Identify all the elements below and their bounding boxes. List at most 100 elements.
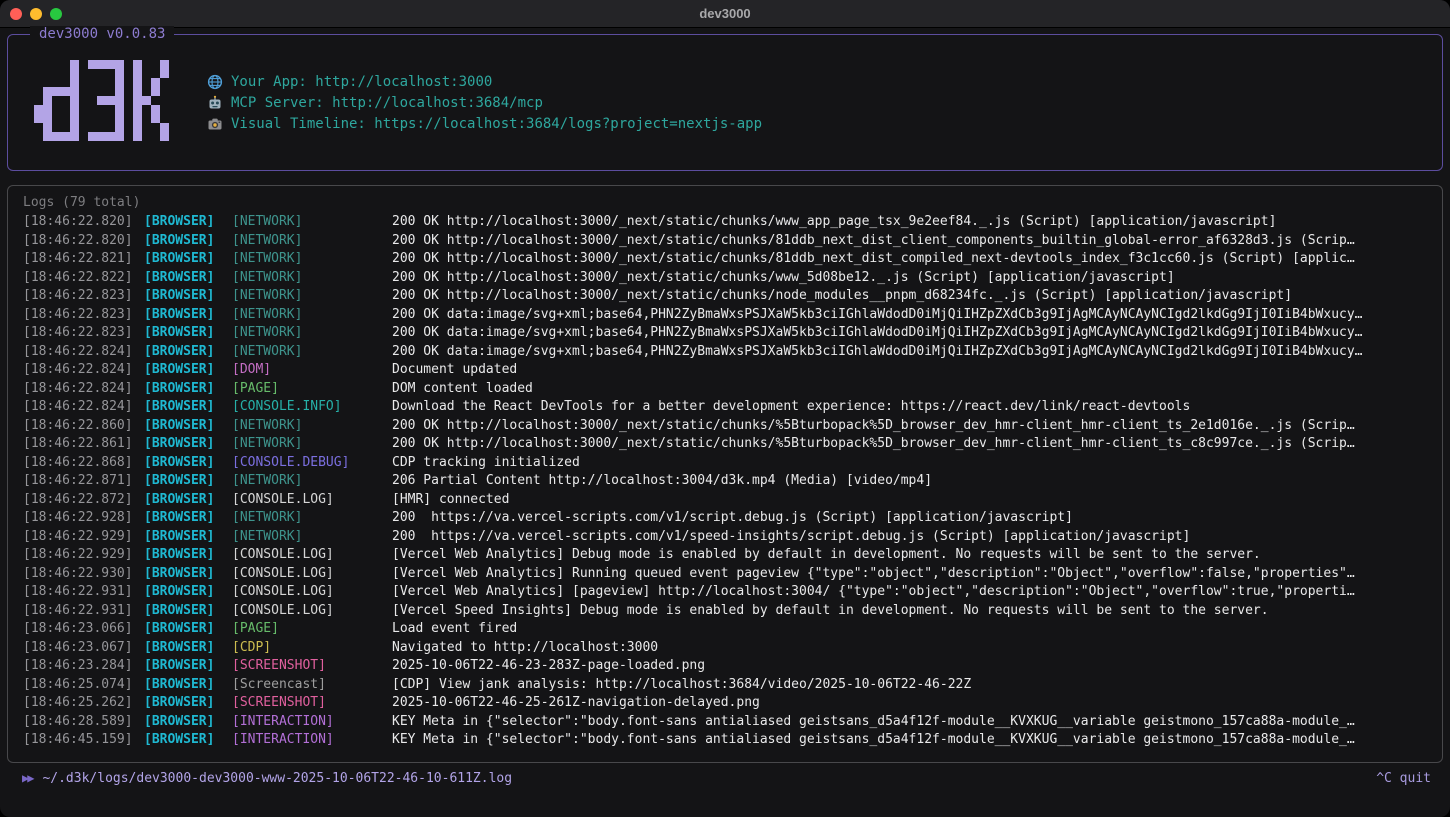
log-category-badge: [NETWORK] [232, 528, 384, 547]
log-category-badge: [NETWORK] [232, 306, 384, 325]
log-category-badge: [NETWORK] [232, 472, 384, 491]
mcp-server-link[interactable]: http://localhost:3684/mcp [332, 95, 543, 111]
log-category-badge: [INTERACTION] [232, 731, 384, 750]
log-message: 200 https://va.vercel-scripts.com/v1/spe… [392, 528, 1436, 547]
logs-title: Logs (79 total) [23, 193, 1436, 213]
log-source-badge: [BROWSER] [144, 713, 224, 732]
log-timestamp: [18:46:22.824] [23, 343, 136, 362]
log-message: [Vercel Web Analytics] Running queued ev… [392, 565, 1436, 584]
log-message: 206 Partial Content http://localhost:300… [392, 472, 1436, 491]
log-timestamp: [18:46:28.589] [23, 713, 136, 732]
log-timestamp: [18:46:23.067] [23, 639, 136, 658]
log-timestamp: [18:46:22.824] [23, 361, 136, 380]
camera-icon [207, 116, 231, 132]
log-source-badge: [BROWSER] [144, 602, 224, 621]
log-row: [18:46:22.823] [BROWSER] [NETWORK] 200 O… [23, 324, 1436, 343]
log-source-badge: [BROWSER] [144, 620, 224, 639]
log-category-badge: [NETWORK] [232, 435, 384, 454]
log-row: [18:46:25.074] [BROWSER] [Screencast] [C… [23, 676, 1436, 695]
robot-icon [207, 95, 231, 111]
link-row-mcp-server: MCP Server: http://localhost:3684/mcp [207, 95, 762, 111]
log-category-badge: [CONSOLE.INFO] [232, 398, 384, 417]
terminal-window: dev3000 dev3000 v0.0.83 Your App: http:/… [0, 0, 1450, 817]
your-app-link[interactable]: http://localhost:3000 [315, 74, 492, 90]
log-row: [18:46:22.824] [BROWSER] [DOM] Document … [23, 361, 1436, 380]
app-links: Your App: http://localhost:3000 MCP Serv… [207, 74, 762, 132]
link-label: MCP Server: [231, 95, 332, 111]
log-source-badge: [BROWSER] [144, 454, 224, 473]
visual-timeline-link[interactable]: https://localhost:3684/logs?project=next… [374, 116, 762, 132]
log-source-badge: [BROWSER] [144, 380, 224, 399]
log-message: [Vercel Speed Insights] Debug mode is en… [392, 602, 1436, 621]
log-message: Navigated to http://localhost:3000 [392, 639, 1436, 658]
link-label: Your App: [231, 74, 315, 90]
log-message: [Vercel Web Analytics] [pageview] http:/… [392, 583, 1436, 602]
log-timestamp: [18:46:22.929] [23, 546, 136, 565]
logs-box[interactable]: Logs (79 total) [18:46:22.820] [BROWSER]… [7, 185, 1443, 763]
log-source-badge: [BROWSER] [144, 287, 224, 306]
log-message: Download the React DevTools for a better… [392, 398, 1436, 417]
log-timestamp: [18:46:22.930] [23, 565, 136, 584]
window-title: dev3000 [0, 6, 1450, 21]
log-row: [18:46:23.067] [BROWSER] [CDP] Navigated… [23, 639, 1436, 658]
log-timestamp: [18:46:22.820] [23, 213, 136, 232]
log-row: [18:46:45.159] [BROWSER] [INTERACTION] K… [23, 731, 1436, 750]
log-source-badge: [BROWSER] [144, 435, 224, 454]
log-message: 200 https://va.vercel-scripts.com/v1/scr… [392, 509, 1436, 528]
log-source-badge: [BROWSER] [144, 343, 224, 362]
log-category-badge: [CONSOLE.LOG] [232, 565, 384, 584]
log-row: [18:46:22.821] [BROWSER] [NETWORK] 200 O… [23, 250, 1436, 269]
log-row: [18:46:22.931] [BROWSER] [CONSOLE.LOG] [… [23, 602, 1436, 621]
log-message: 2025-10-06T22-46-23-283Z-page-loaded.png [392, 657, 1436, 676]
log-row: [18:46:22.931] [BROWSER] [CONSOLE.LOG] [… [23, 583, 1436, 602]
log-row: [18:46:22.824] [BROWSER] [CONSOLE.INFO] … [23, 398, 1436, 417]
log-timestamp: [18:46:22.872] [23, 491, 136, 510]
log-source-badge: [BROWSER] [144, 213, 224, 232]
log-source-badge: [BROWSER] [144, 398, 224, 417]
log-category-badge: [NETWORK] [232, 232, 384, 251]
log-row: [18:46:22.820] [BROWSER] [NETWORK] 200 O… [23, 232, 1436, 251]
log-timestamp: [18:46:45.159] [23, 731, 136, 750]
log-row: [18:46:22.823] [BROWSER] [NETWORK] 200 O… [23, 287, 1436, 306]
log-category-badge: [PAGE] [232, 380, 384, 399]
log-timestamp: [18:46:22.931] [23, 602, 136, 621]
log-timestamp: [18:46:22.820] [23, 232, 136, 251]
log-category-badge: [CONSOLE.LOG] [232, 546, 384, 565]
log-row: [18:46:22.871] [BROWSER] [NETWORK] 206 P… [23, 472, 1436, 491]
log-timestamp: [18:46:22.823] [23, 324, 136, 343]
log-row: [18:46:22.861] [BROWSER] [NETWORK] 200 O… [23, 435, 1436, 454]
log-message: Document updated [392, 361, 1436, 380]
log-timestamp: [18:46:23.284] [23, 657, 136, 676]
log-message: CDP tracking initialized [392, 454, 1436, 473]
prompt-arrows-icon: ▶▶ [22, 771, 32, 785]
log-source-badge: [BROWSER] [144, 250, 224, 269]
quit-hint: ^C quit [1376, 771, 1431, 786]
log-category-badge: [CONSOLE.LOG] [232, 583, 384, 602]
link-row-your-app: Your App: http://localhost:3000 [207, 74, 762, 90]
log-message: [Vercel Web Analytics] Debug mode is ena… [392, 546, 1436, 565]
log-row: [18:46:22.929] [BROWSER] [NETWORK] 200 h… [23, 528, 1436, 547]
footer-bar: ▶▶ ~/.d3k/logs/dev3000-dev3000-www-2025-… [7, 763, 1443, 793]
log-category-badge: [SCREENSHOT] [232, 694, 384, 713]
log-message: [CDP] View jank analysis: http://localho… [392, 676, 1436, 695]
log-source-badge: [BROWSER] [144, 694, 224, 713]
log-timestamp: [18:46:22.821] [23, 250, 136, 269]
log-timestamp: [18:46:22.861] [23, 435, 136, 454]
d3k-logo [34, 60, 169, 145]
log-message: DOM content loaded [392, 380, 1436, 399]
log-message: Load event fired [392, 620, 1436, 639]
log-timestamp: [18:46:22.871] [23, 472, 136, 491]
log-timestamp: [18:46:22.823] [23, 306, 136, 325]
log-category-badge: [DOM] [232, 361, 384, 380]
window-titlebar[interactable]: dev3000 [0, 0, 1450, 28]
log-category-badge: [NETWORK] [232, 417, 384, 436]
link-row-visual-timeline: Visual Timeline: https://localhost:3684/… [207, 116, 762, 132]
log-category-badge: [INTERACTION] [232, 713, 384, 732]
log-message: 2025-10-06T22-46-25-261Z-navigation-dela… [392, 694, 1436, 713]
log-file-path: ~/.d3k/logs/dev3000-dev3000-www-2025-10-… [42, 771, 1376, 786]
log-category-badge: [NETWORK] [232, 343, 384, 362]
header-box: dev3000 v0.0.83 Your App: http://localho… [7, 34, 1443, 171]
log-message: 200 OK http://localhost:3000/_next/stati… [392, 435, 1436, 454]
log-message: 200 OK http://localhost:3000/_next/stati… [392, 287, 1436, 306]
log-category-badge: [CONSOLE.LOG] [232, 491, 384, 510]
